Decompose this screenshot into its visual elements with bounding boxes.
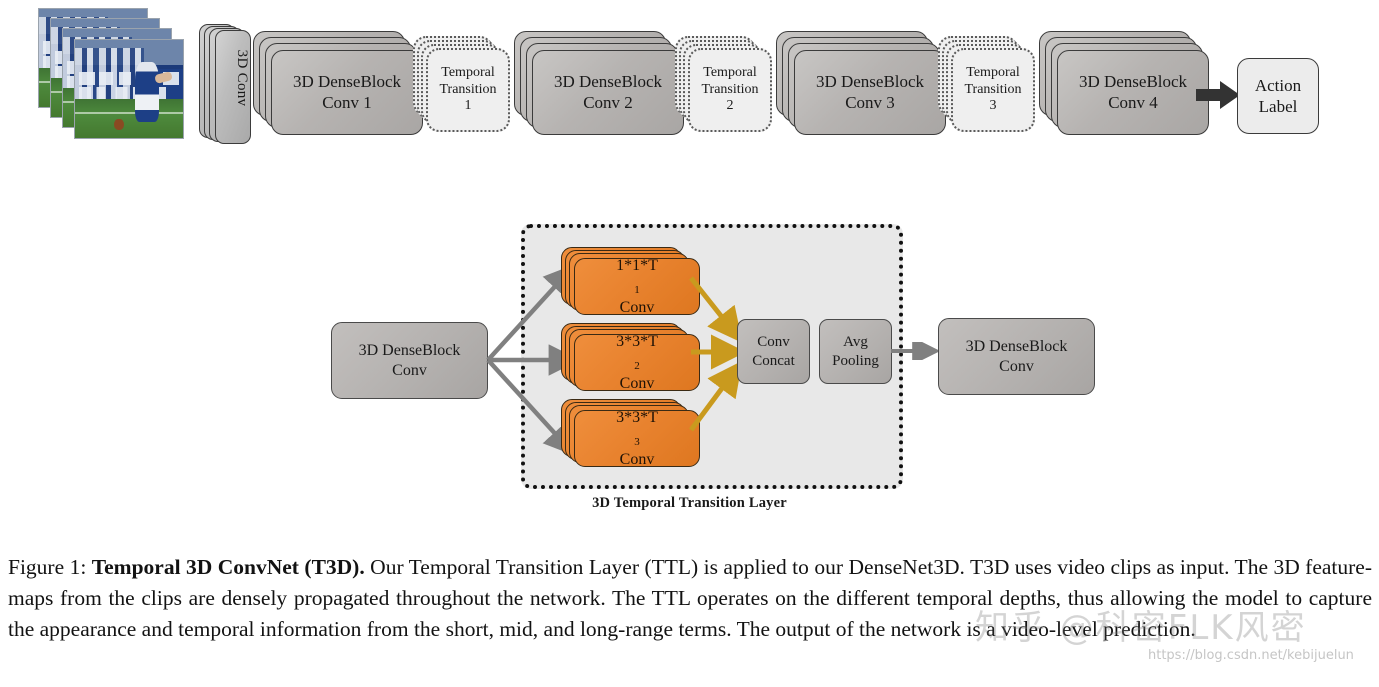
ttl-input-line1: 3D DenseBlock	[358, 341, 461, 359]
ttl-panel-caption: 3D Temporal Transition Layer	[592, 495, 787, 511]
ttl-output-denseblock: 3D DenseBlock Conv	[938, 318, 1095, 395]
tcard-front: Temporal Transition 1	[426, 48, 510, 132]
block-denseblock-conv-2: 3D DenseBlock Conv 2	[514, 31, 684, 141]
block-temporal-transition-2: Temporal Transition 2	[675, 36, 785, 141]
block-label-line3: 1	[464, 98, 472, 114]
action-label-line2: Label	[1258, 97, 1298, 116]
video-frame	[74, 39, 184, 139]
ttl-output-line1: 3D DenseBlock	[965, 337, 1068, 355]
ocard-front: 3*3*T 3 Conv	[574, 409, 700, 468]
ttl-detail-diagram: 3D DenseBlock Conv 1*1*T 1 Conv 3*3*T 2 Co…	[0, 200, 1379, 530]
video-clip-stack	[38, 8, 186, 143]
ttl-branch-line2: Conv	[619, 374, 655, 392]
ttl-concat-line1: Conv	[757, 334, 790, 351]
block-label-line3: 2	[726, 98, 734, 114]
block-label-line1: Temporal	[441, 64, 495, 80]
block-label-line1: 3D DenseBlock	[1078, 71, 1188, 91]
tcard-front: Temporal Transition 3	[951, 48, 1035, 132]
ttl-branch-kernel: 3*3*T 2	[616, 333, 658, 373]
ttl-pooling-line2: Pooling	[832, 352, 879, 369]
ttl-pooling-line1: Avg	[843, 334, 868, 351]
action-label-line1: Action	[1254, 75, 1302, 95]
block-label-line1: Temporal	[966, 64, 1020, 80]
ttl-concat-line2: Concat	[752, 352, 795, 369]
ttl-branch-kernel: 3*3*T 3	[616, 409, 658, 449]
block-3d-conv-label: 3D Conv	[234, 49, 250, 107]
csdn-url-watermark: https://blog.csdn.net/kebijuelun	[1148, 648, 1354, 663]
block-label-line2: Transition	[701, 81, 759, 97]
card-front: 3D DenseBlock Conv 2	[532, 50, 684, 135]
ttl-branch-line2: Conv	[619, 450, 655, 468]
block-denseblock-conv-3: 3D DenseBlock Conv 3	[776, 31, 946, 141]
card-front: 3D DenseBlock Conv 1	[271, 50, 423, 135]
card-front: 3D DenseBlock Conv 3	[794, 50, 946, 135]
block-label-line3: 3	[989, 98, 997, 114]
arrow-to-action-label	[1196, 81, 1240, 109]
figure-number: Figure 1:	[8, 555, 87, 579]
ttl-avg-pooling: Avg Pooling	[819, 319, 892, 384]
tcard-front: Temporal Transition 2	[688, 48, 772, 132]
block-label-line2: Conv 2	[583, 92, 633, 112]
block-label-line2: Conv 1	[322, 92, 372, 112]
card-front: 3D DenseBlock Conv 4	[1057, 50, 1209, 135]
ttl-output-line2: Conv	[999, 357, 1034, 375]
block-label-line1: 3D DenseBlock	[815, 71, 925, 91]
block-label-line2: Transition	[439, 81, 497, 97]
ttl-input-denseblock: 3D DenseBlock Conv	[331, 322, 488, 399]
figure-title: Temporal 3D ConvNet (T3D).	[91, 555, 365, 579]
block-action-label: Action Label	[1237, 58, 1319, 134]
ttl-branch-kernel: 1*1*T 1	[616, 257, 658, 297]
block-temporal-transition-1: Temporal Transition 1	[413, 36, 523, 141]
block-denseblock-conv-4: 3D DenseBlock Conv 4	[1039, 31, 1209, 141]
block-label-line1: 3D DenseBlock	[292, 71, 402, 91]
block-label-line1: 3D DenseBlock	[553, 71, 663, 91]
block-label-line2: Conv 3	[845, 92, 895, 112]
ocard-front: 3*3*T 2 Conv	[574, 333, 700, 392]
ttl-output-arrow	[891, 342, 941, 360]
block-denseblock-conv-1: 3D DenseBlock Conv 1	[253, 31, 423, 141]
block-temporal-transition-3: Temporal Transition 3	[938, 36, 1048, 141]
block-label-line2: Conv 4	[1108, 92, 1158, 112]
ttl-branch-line2: Conv	[619, 298, 655, 316]
ocard-front: 1*1*T 1 Conv	[574, 257, 700, 316]
ttl-conv-concat: Conv Concat	[737, 319, 810, 384]
ttl-input-line2: Conv	[392, 361, 427, 379]
figure-caption: Figure 1: Temporal 3D ConvNet (T3D). Our…	[8, 552, 1372, 645]
t3d-pipeline-row: 3D Conv 3D DenseBlock Conv 1 Temporal Tr…	[0, 0, 1379, 165]
block-label-line1: Temporal	[703, 64, 757, 80]
block-label-line2: Transition	[964, 81, 1022, 97]
